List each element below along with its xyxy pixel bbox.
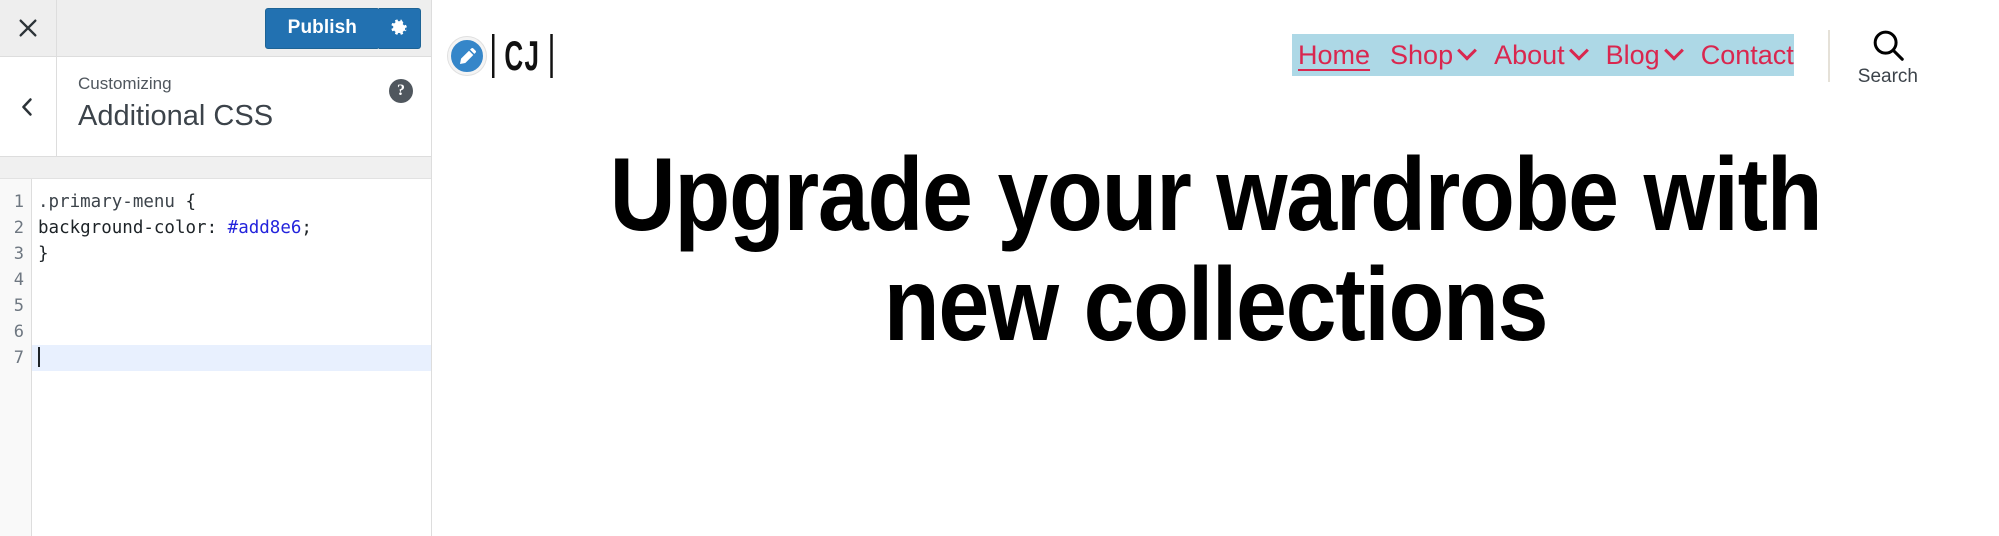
close-customizer-button[interactable] (0, 0, 57, 56)
site-header: CJ Home Shop About Blog Contact Search (432, 0, 1999, 112)
help-icon[interactable]: ? (389, 79, 413, 103)
customizer-sidebar: Publish Customizing Additional CSS ? 1 2… (0, 0, 432, 536)
logo-bar-left (492, 34, 495, 78)
customizer-section-header: Customizing Additional CSS ? (0, 57, 431, 157)
editor-line-number-gutter: 1 2 3 4 5 6 7 (0, 179, 32, 536)
code-token: { (185, 192, 197, 212)
code-token: ; (301, 218, 312, 238)
publish-button[interactable]: Publish (264, 7, 380, 49)
chevron-down-icon[interactable] (1568, 40, 1589, 61)
help-group: ? (371, 57, 431, 156)
code-line[interactable]: } (32, 241, 431, 267)
code-token: } (38, 244, 49, 264)
back-button[interactable] (0, 57, 57, 156)
code-line[interactable] (32, 293, 431, 319)
customizing-eyebrow: Customizing (78, 74, 172, 93)
code-line[interactable]: .primary-menu { (32, 189, 431, 215)
customizer-topbar: Publish (0, 0, 431, 57)
chevron-down-icon[interactable] (1663, 40, 1684, 61)
code-line[interactable] (32, 267, 431, 293)
code-token: background-color: (38, 218, 228, 238)
line-number: 2 (13, 218, 24, 238)
publish-group: Publish (264, 0, 431, 56)
hero-headline: Upgrade your wardrobe with new collectio… (609, 137, 1823, 364)
code-token: #add8e6 (227, 218, 302, 238)
pencil-edit-icon (458, 47, 477, 66)
line-number: 1 (13, 192, 24, 212)
site-preview-frame[interactable]: CJ Home Shop About Blog Contact Search U… (432, 0, 1999, 536)
code-line[interactable] (32, 319, 431, 345)
editor-code-area[interactable]: .primary-menu {background-color: #add8e6… (32, 179, 431, 536)
code-line[interactable]: background-color: #add8e6; (32, 215, 431, 241)
code-token: .primary-menu (38, 192, 186, 212)
line-number: 3 (13, 244, 24, 264)
nav-item-about[interactable]: About (1494, 39, 1589, 70)
search-magnifier-icon (1869, 26, 1907, 64)
nav-item-label: Blog (1605, 39, 1660, 70)
nav-item-label: Home (1298, 39, 1371, 70)
publish-settings-button[interactable] (379, 7, 421, 49)
nav-item-label: About (1494, 39, 1565, 70)
text-cursor (38, 347, 40, 367)
nav-item-blog[interactable]: Blog (1605, 39, 1684, 70)
edit-shortcut-button[interactable] (448, 37, 486, 75)
search-toggle[interactable]: Search (1858, 26, 1918, 88)
line-number: 5 (13, 296, 24, 316)
nav-item-shop[interactable]: Shop (1390, 39, 1477, 70)
chevron-left-icon (18, 97, 38, 117)
site-branding: CJ (448, 32, 590, 80)
header-nav-region: Home Shop About Blog Contact Search (1292, 30, 1918, 88)
gear-icon (389, 18, 410, 39)
nav-item-home[interactable]: Home (1298, 39, 1371, 70)
css-code-editor[interactable]: 1234567 .primary-menu {background-color:… (0, 179, 431, 536)
line-number: 7 (13, 348, 24, 368)
editor-toolbar-strip (0, 157, 431, 179)
header-divider (1827, 30, 1830, 82)
page-title: Additional CSS (78, 100, 274, 132)
close-x-icon (17, 17, 39, 39)
chevron-down-icon[interactable] (1457, 40, 1477, 61)
site-logo[interactable]: CJ (492, 32, 553, 80)
nav-item-label: Contact (1700, 39, 1794, 70)
line-number: 6 (13, 322, 24, 342)
primary-menu[interactable]: Home Shop About Blog Contact (1292, 34, 1794, 76)
hero-section: Upgrade your wardrobe with new collectio… (432, 112, 1999, 364)
customizer-screen: Publish Customizing Additional CSS ? 1 2… (0, 0, 1999, 536)
section-titles: Customizing Additional CSS (57, 57, 371, 156)
nav-item-label: Shop (1390, 39, 1454, 70)
nav-item-contact[interactable]: Contact (1700, 39, 1794, 70)
code-line-active[interactable] (32, 345, 431, 371)
logo-text: CJ (504, 32, 541, 79)
logo-bar-right (550, 34, 553, 78)
line-number: 4 (13, 270, 24, 290)
search-label: Search (1857, 66, 1918, 87)
